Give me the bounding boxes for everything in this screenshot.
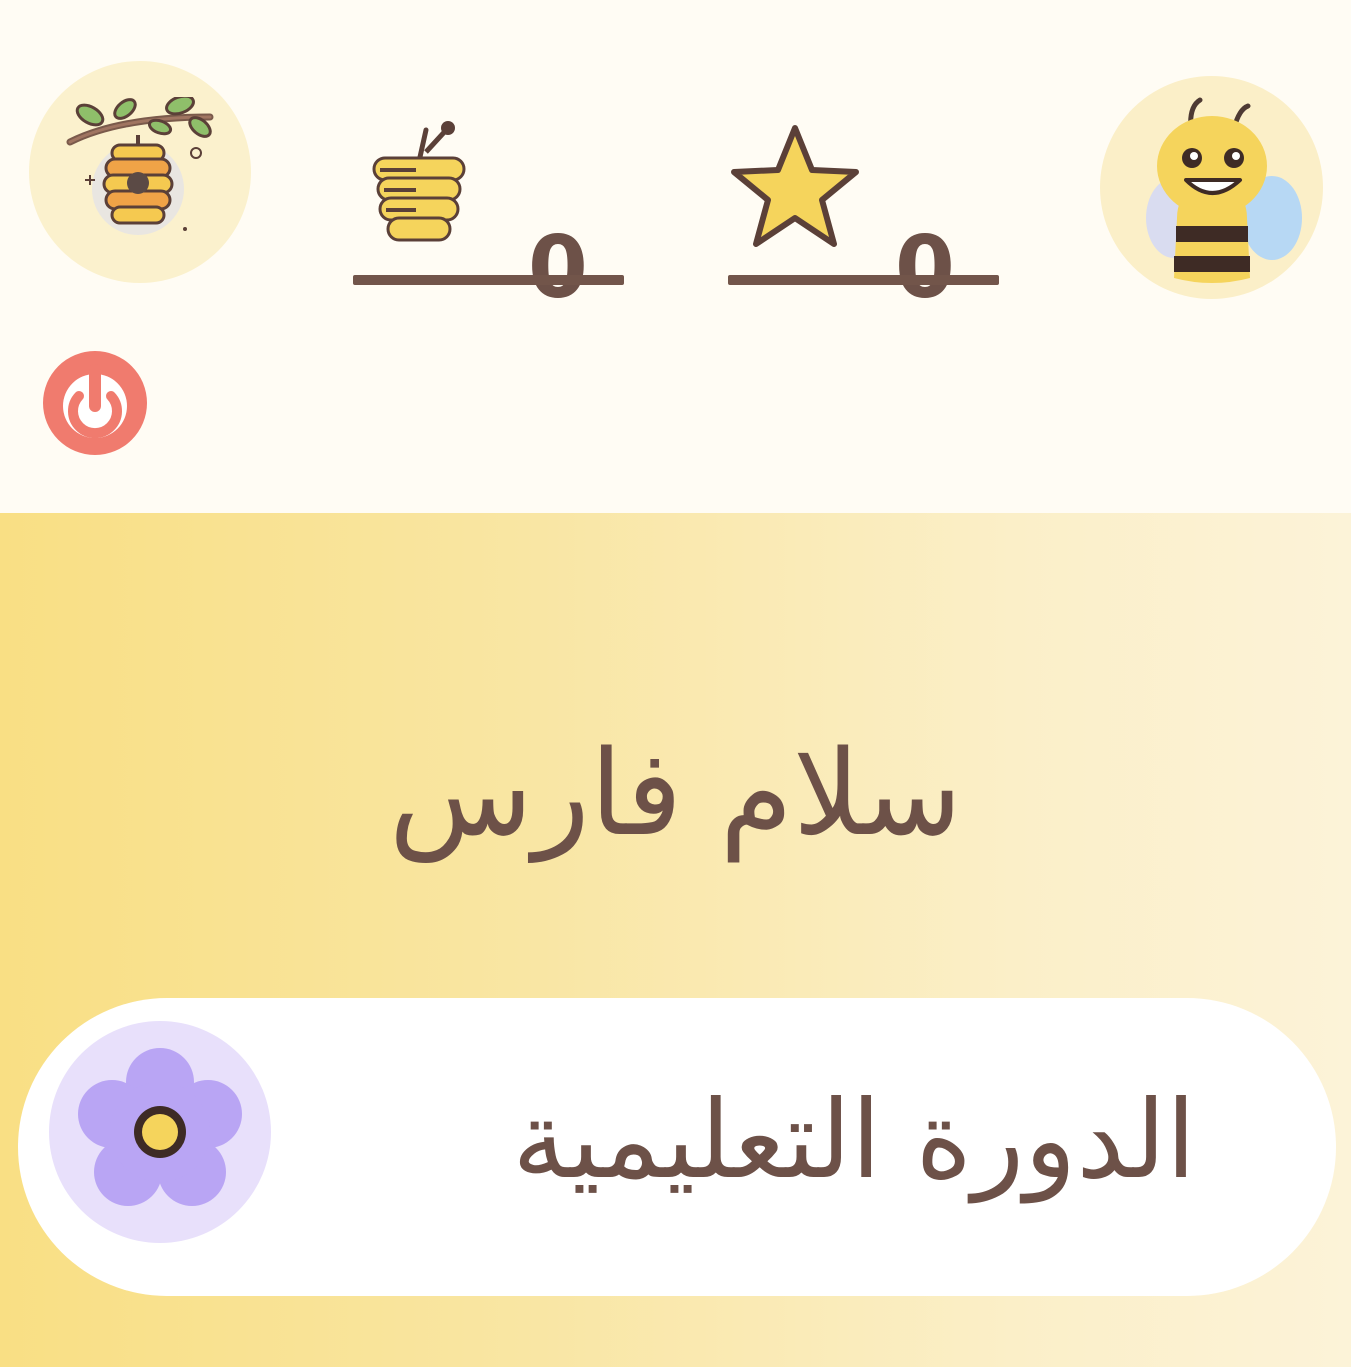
power-icon (43, 351, 147, 455)
course-button[interactable]: الدورة التعليمية (18, 998, 1336, 1296)
main-panel: سلام فارس الدورة التعليمية (0, 513, 1351, 1367)
bee-avatar-icon (1145, 97, 1302, 283)
avatar[interactable] (1100, 76, 1323, 299)
flower-badge (49, 1021, 271, 1243)
star-divider (728, 275, 999, 285)
beehive-badge[interactable] (29, 61, 251, 283)
honey-pot-icon (366, 120, 466, 254)
logout-button[interactable] (40, 348, 150, 458)
flower-icon (78, 1048, 242, 1206)
star-count: 0 (895, 218, 955, 318)
course-label: الدورة التعليمية (512, 1078, 1196, 1203)
honey-count: 0 (528, 218, 588, 318)
beehive-icon (66, 97, 214, 235)
top-bar: 0 0 (0, 0, 1351, 513)
greeting-title: سلام فارس (388, 724, 963, 862)
star-icon (728, 120, 863, 254)
star-counter: 0 (728, 60, 999, 311)
honey-counter: 0 (353, 60, 624, 311)
honey-divider (353, 275, 624, 285)
